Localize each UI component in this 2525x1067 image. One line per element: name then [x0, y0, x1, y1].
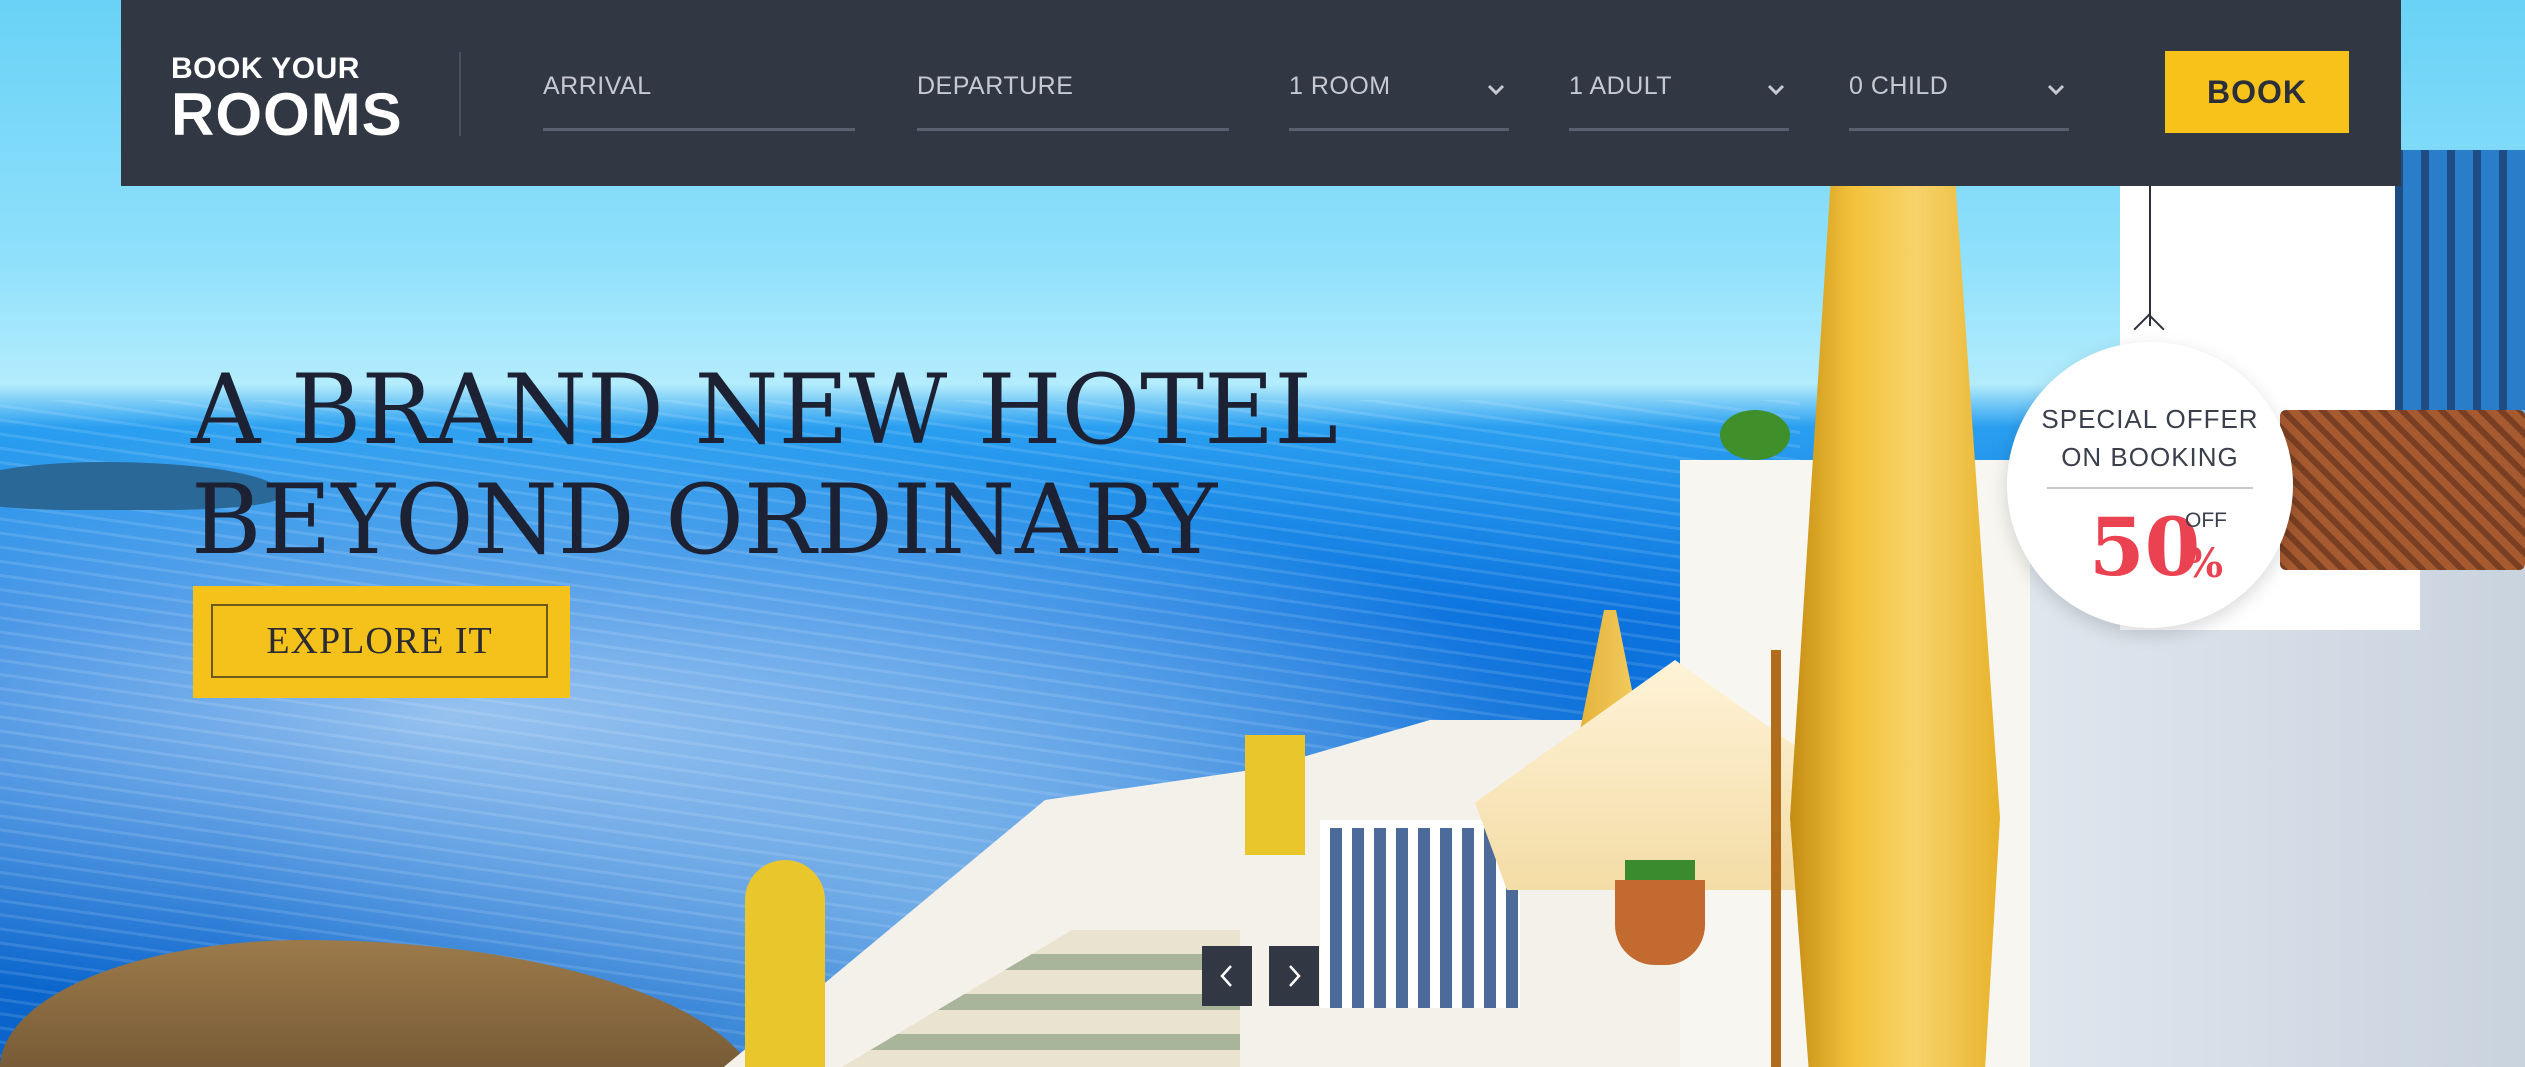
- headline-line-2: BEYOND ORDINARY: [191, 464, 1218, 576]
- blue-balcony: [2395, 150, 2525, 410]
- slider-next-button[interactable]: [1269, 946, 1319, 1006]
- rooms-select[interactable]: 1 ROOM: [1289, 60, 1509, 131]
- bar-divider: [459, 52, 461, 136]
- closed-umbrella: [1790, 160, 2000, 1067]
- adults-select[interactable]: 1 ADULT: [1569, 60, 1789, 131]
- yellow-chimney: [745, 860, 825, 1067]
- arrival-label: ARRIVAL: [543, 72, 652, 100]
- offer-percent-sign: %: [2185, 540, 2224, 587]
- flower-pot: [1615, 880, 1705, 965]
- brand-logo[interactable]: BOOK YOUR ROOMS: [171, 52, 403, 148]
- rooms-value: 1 ROOM: [1289, 72, 1391, 100]
- chevron-down-icon: [1487, 84, 1505, 96]
- chevron-left-icon: [1220, 965, 1232, 987]
- offer-off-label: OFF: [2185, 509, 2227, 532]
- hero-headline: A BRAND NEW HOTEL BEYOND ORDINARY: [191, 355, 1338, 575]
- tag-string: [2149, 186, 2151, 326]
- booking-bar: BOOK YOUR ROOMS ARRIVAL DEPARTURE 1 ROOM…: [121, 0, 2401, 186]
- children-value: 0 CHILD: [1849, 72, 1949, 100]
- special-offer-badge[interactable]: SPECIAL OFFER ON BOOKING 50 OFF %: [2007, 342, 2293, 628]
- slider-prev-button[interactable]: [1202, 946, 1252, 1006]
- departure-label: DEPARTURE: [917, 72, 1074, 100]
- book-button[interactable]: BOOK: [2165, 51, 2349, 133]
- chevron-down-icon: [2047, 84, 2065, 96]
- umbrella-pole: [1771, 650, 1781, 1067]
- explore-button[interactable]: EXPLORE IT: [193, 586, 570, 698]
- headline-line-1: A BRAND NEW HOTEL: [191, 354, 1339, 466]
- chevron-down-icon: [1767, 84, 1785, 96]
- chevron-right-icon: [1289, 965, 1301, 987]
- children-select[interactable]: 0 CHILD: [1849, 60, 2069, 131]
- offer-discount-value: 50: [2089, 500, 2201, 594]
- offer-divider: [2047, 487, 2253, 489]
- brand-line-2: ROOMS: [171, 81, 403, 148]
- explore-button-label: EXPLORE IT: [211, 604, 548, 678]
- wicker-chairs: [2280, 410, 2525, 570]
- departure-field[interactable]: DEPARTURE: [917, 60, 1229, 131]
- arrival-field[interactable]: ARRIVAL: [543, 60, 855, 131]
- offer-line-1: SPECIAL OFFER: [2041, 404, 2259, 434]
- building-shadow: [2030, 560, 2525, 1067]
- adults-value: 1 ADULT: [1569, 72, 1673, 100]
- offer-line-2: ON BOOKING: [2061, 442, 2239, 472]
- white-gate: [1320, 820, 1520, 1008]
- palm-plant: [1720, 410, 1790, 460]
- yellow-wall: [1245, 735, 1305, 855]
